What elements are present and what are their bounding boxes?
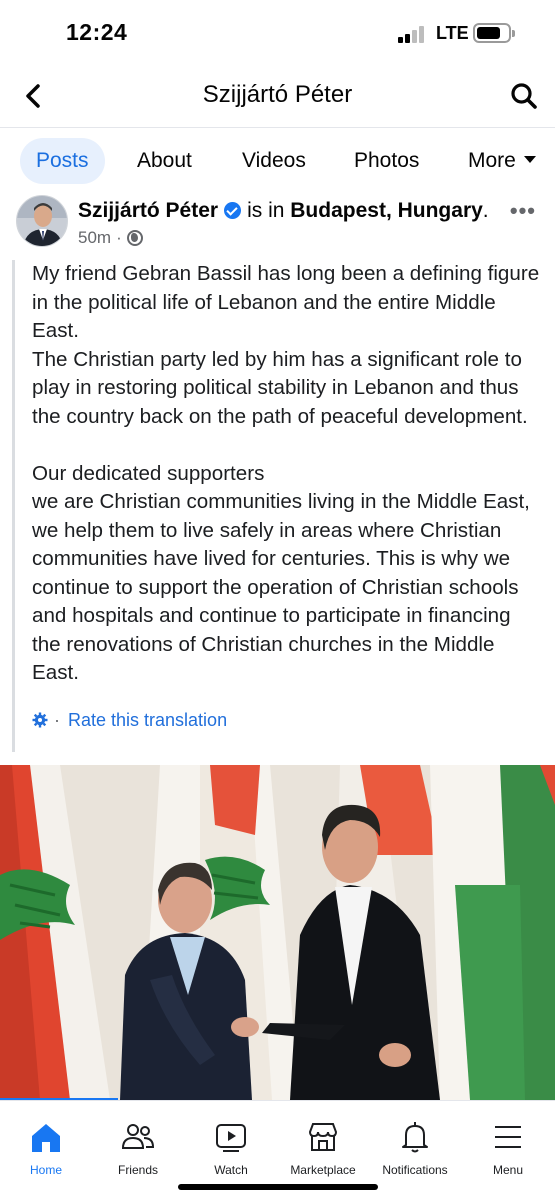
tab-photos[interactable]: Photos [338,138,435,184]
post-body: My friend Gebran Bassil has long been a … [12,260,542,752]
nav-menu[interactable]: Menu [458,1111,555,1177]
location-link[interactable]: Budapest, Hungary [290,199,483,222]
home-indicator [178,1184,378,1190]
nav-label: Marketplace [290,1163,356,1177]
caret-down-icon [523,155,536,163]
tab-posts[interactable]: Posts [20,138,105,184]
translation-separator: · [54,709,60,730]
post-text: My friend Gebran Bassil has long been a … [32,262,540,684]
marketplace-icon [308,1123,338,1151]
tab-label: More [468,149,516,172]
tab-label: Videos [242,149,306,172]
home-icon [32,1124,60,1152]
tab-more[interactable]: More [452,138,552,184]
nav-label: Notifications [382,1163,448,1177]
status-bar: 12:24 LTE [0,0,555,66]
battery-tip [512,30,515,37]
tab-label: Posts [36,149,89,172]
menu-icon [495,1126,521,1148]
verified-badge-icon [224,202,242,219]
nav-label: Friends [117,1163,158,1177]
tab-label: Photos [354,149,420,172]
location-suffix: . [482,199,489,222]
search-icon [511,83,537,109]
profile-tabs: Posts About Videos Photos More [0,138,555,186]
meta-separator: · [116,228,122,247]
network-type: LTE [436,23,469,43]
friends-icon [121,1124,155,1149]
photo-image [0,765,555,1100]
rate-translation-link[interactable]: Rate this translation [68,710,227,731]
public-globe-icon [126,230,143,246]
tab-label: About [137,149,192,172]
author-line: Szijjártó Péter is in Budapest, Hungary. [78,199,489,223]
tab-about[interactable]: About [121,138,208,184]
nav-label: Watch [214,1163,248,1177]
post-time[interactable]: 50m [78,228,111,248]
tab-videos[interactable]: Videos [226,138,322,184]
nav-friends[interactable]: Friends [88,1111,188,1177]
post-meta: 50m · [78,228,143,248]
nav-watch[interactable]: Watch [181,1111,281,1177]
battery-icon [473,23,511,43]
page-title: Szijjártó Péter [202,81,353,108]
page-header: Szijjártó Péter [0,66,555,128]
location-prefix: is in [247,199,285,222]
post-photo[interactable] [0,765,555,1100]
nav-notifications[interactable]: Notifications [365,1111,465,1177]
nav-label: Home [29,1163,62,1177]
nav-marketplace[interactable]: Marketplace [273,1111,373,1177]
more-options-icon[interactable]: ••• [510,198,536,224]
nav-home[interactable]: Home [0,1111,96,1177]
signal-icon [398,25,428,43]
author-photo [17,196,67,246]
nav-label: Menu [492,1163,524,1177]
translation-row: · Rate this translation [32,710,542,731]
watch-icon [216,1124,246,1152]
gear-icon[interactable] [32,712,48,728]
status-time: 12:24 [66,19,128,45]
author-name[interactable]: Szijjártó Péter [78,199,218,222]
bell-icon [402,1122,428,1153]
search-button[interactable] [507,79,541,113]
avatar[interactable] [16,195,68,247]
